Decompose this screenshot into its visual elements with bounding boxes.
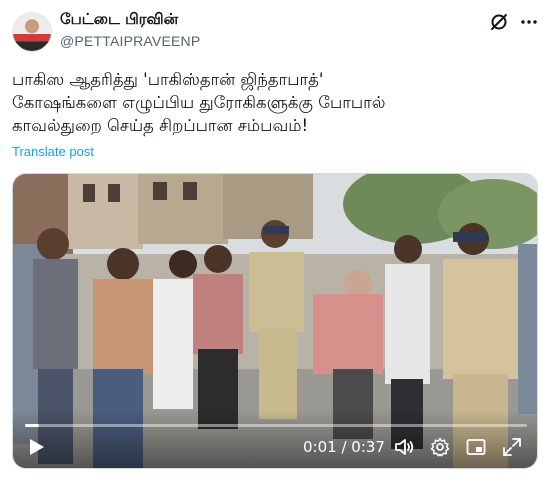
more-options-icon[interactable] <box>519 12 539 32</box>
video-time: 0:01 / 0:37 <box>303 438 385 456</box>
play-icon[interactable] <box>25 436 47 458</box>
tweet-text-line: கோஷங்களை எழுப்பிய துரோகிகளுக்கு போபால் <box>12 93 386 112</box>
fullscreen-icon[interactable] <box>501 436 523 458</box>
video-player[interactable]: 0:01 / 0:37 <box>12 173 538 469</box>
tweet-text-line: பாகிஸ ஆதரித்து 'பாகிஸ்தான் ஜிந்தாபாத்' <box>12 70 324 89</box>
picture-in-picture-icon[interactable] <box>465 436 487 458</box>
author-display-name[interactable]: பேட்டை பிரவின் <box>60 10 178 30</box>
video-controls: 0:01 / 0:37 <box>13 410 537 468</box>
tweet-card: பேட்டை பிரவின் @PETTAIPRAVEENP பாகிஸ ஆதர… <box>0 0 555 489</box>
volume-icon[interactable] <box>393 436 415 458</box>
author-handle[interactable]: @PETTAIPRAVEENP <box>60 33 200 49</box>
avatar[interactable] <box>12 12 52 52</box>
translate-post-link[interactable]: Translate post <box>12 144 94 159</box>
grok-icon[interactable] <box>489 12 509 32</box>
video-progress-bar[interactable] <box>25 424 527 427</box>
tweet-text: பாகிஸ ஆதரித்து 'பாகிஸ்தான் ஜிந்தாபாத்' க… <box>12 68 532 137</box>
settings-gear-icon[interactable] <box>429 436 451 458</box>
video-progress-fill <box>25 424 39 427</box>
tweet-text-line: காவல்துறை செய்த சிறப்பான சம்பவம்! <box>12 116 309 135</box>
